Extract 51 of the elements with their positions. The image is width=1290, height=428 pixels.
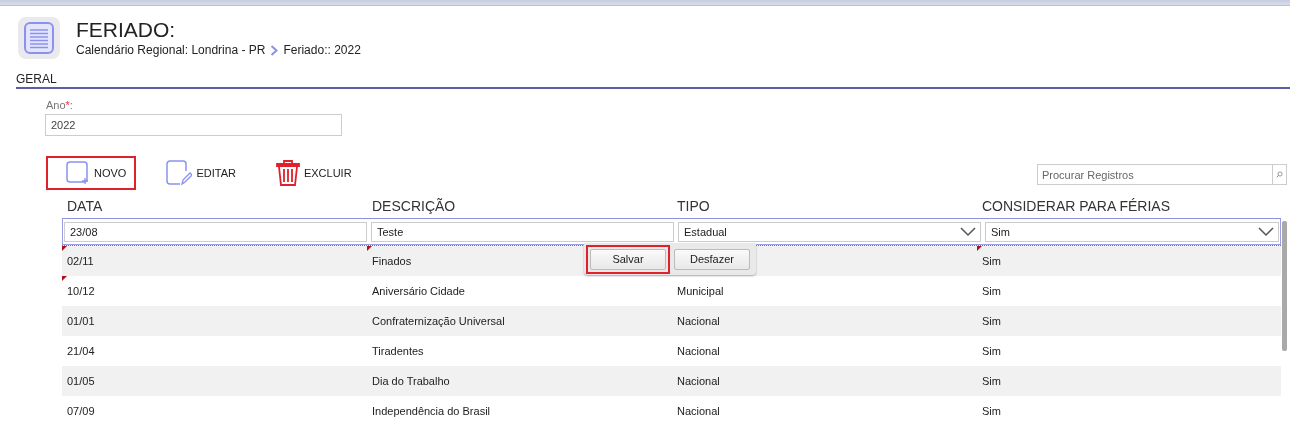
table-cell: Independência do Brasil [372, 405, 491, 417]
table-cell: Nacional [677, 315, 720, 327]
dropdown-field[interactable]: Estadual [678, 221, 981, 242]
table-cell: Sim [982, 285, 1001, 297]
table-cell: Sim [982, 405, 1001, 417]
table-cell: Municipal [677, 285, 724, 297]
table-cell: Sim [982, 315, 1001, 327]
field-label: Ano*: [46, 99, 74, 111]
chevron-down-icon[interactable] [960, 226, 976, 237]
search-field[interactable]: Procurar Registros [1037, 164, 1273, 185]
breadcrumb-item[interactable]: Calendário Regional: Londrina - PR [76, 43, 266, 57]
breadcrumb-item[interactable]: Feriado:: 2022 [283, 43, 361, 57]
table-cell: Nacional [677, 345, 720, 357]
document-list-icon [18, 17, 60, 59]
input-field[interactable]: 23/08 [64, 221, 367, 242]
input-field[interactable]: Teste [371, 221, 674, 242]
table-cell: 02/11 [67, 255, 94, 267]
column-header: TIPO [676, 198, 711, 214]
toolbar-button[interactable]: EDITAR [146, 156, 246, 190]
column-header: CONSIDERAR PARA FÉRIAS [981, 198, 1171, 214]
section-title: GERAL [16, 72, 57, 86]
table-cell: 10/12 [67, 285, 95, 297]
year-field[interactable]: 2022 [45, 114, 342, 136]
table-cell: Finados [372, 255, 412, 267]
toolbar-button[interactable]: EXCLUIR [255, 156, 362, 190]
dropdown-field[interactable]: Sim [985, 221, 1279, 242]
table-cell: Sim [982, 255, 1001, 267]
table-cell: Dia do Trabalho [372, 375, 450, 387]
table-cell: 21/04 [67, 345, 95, 357]
table-cell: Aniversário Cidade [372, 285, 465, 297]
chevron-down-icon[interactable] [1258, 226, 1274, 237]
table-cell: 01/05 [67, 375, 95, 387]
table-cell: Nacional [677, 375, 720, 387]
toolbar-button[interactable]: NOVO [46, 156, 137, 190]
table-cell: 01/01 [67, 315, 95, 327]
column-header: DESCRIÇÃO [371, 198, 457, 214]
column-header: DATA [66, 198, 104, 214]
chevron-right-icon [270, 44, 279, 56]
table-cell: Nacional [677, 405, 720, 417]
table-cell: Tiradentes [372, 345, 424, 357]
table-cell: 07/09 [67, 405, 95, 417]
table-cell: Sim [982, 345, 1001, 357]
page-title: FERIADO: [76, 19, 177, 41]
scrollbar[interactable] [1282, 221, 1287, 351]
table-cell: Sim [982, 375, 1001, 387]
row-editor-button[interactable]: Salvar [590, 248, 666, 270]
add-icon [66, 161, 90, 185]
table-cell: Confraternização Universal [372, 315, 505, 327]
edit-icon [166, 160, 193, 186]
trash-icon [275, 160, 300, 186]
row-editor-button[interactable]: Desfazer [674, 248, 750, 270]
